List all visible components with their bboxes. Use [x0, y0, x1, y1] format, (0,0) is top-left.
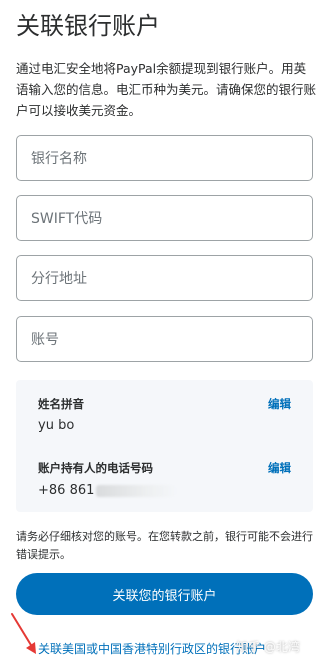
name-label: 姓名拼音	[38, 397, 84, 411]
phone-label: 账户持有人的电话号码	[38, 461, 153, 475]
verification-notice: 请务必仔细核对您的账号。在您转款之前，银行可能不会进行错误提示。	[16, 530, 313, 561]
phone-value: +86 861	[38, 483, 95, 498]
account-holder-info-panel: 姓名拼音 编辑 yu bo 账户持有人的电话号码 编辑 +86 861	[16, 380, 313, 512]
bank-name-field[interactable]: 银行名称	[16, 135, 313, 181]
intro-text: 通过电汇安全地将PayPal余额提现到银行账户。用英语输入您的信息。电汇币种为美…	[16, 61, 317, 118]
bank-name-placeholder: 银行名称	[31, 151, 87, 167]
name-value: yu bo	[38, 418, 75, 433]
account-number-placeholder: 账号	[31, 332, 59, 348]
swift-code-field[interactable]: SWIFT代码	[16, 195, 313, 241]
watermark: 知乎 @北湾	[236, 640, 300, 654]
redacted-phone-blur	[96, 484, 177, 497]
edit-name-link[interactable]: 编辑	[268, 396, 291, 412]
branch-address-field[interactable]: 分行地址	[16, 255, 313, 301]
link-us-hk-bank-account-link[interactable]: 关联美国或中国香港特别行政区的银行账户	[38, 640, 266, 657]
link-bank-account-page: 关联银行账户 通过电汇安全地将PayPal余额提现到银行账户。用英语输入您的信息…	[0, 0, 324, 667]
branch-address-placeholder: 分行地址	[31, 271, 87, 287]
link-bank-account-button[interactable]: 关联您的银行账户	[16, 573, 313, 615]
phone-value-row: +86 861	[38, 483, 177, 498]
swift-code-placeholder: SWIFT代码	[31, 211, 103, 227]
account-number-field[interactable]: 账号	[16, 316, 313, 362]
page-title: 关联银行账户	[16, 12, 160, 40]
edit-phone-link[interactable]: 编辑	[268, 460, 291, 476]
